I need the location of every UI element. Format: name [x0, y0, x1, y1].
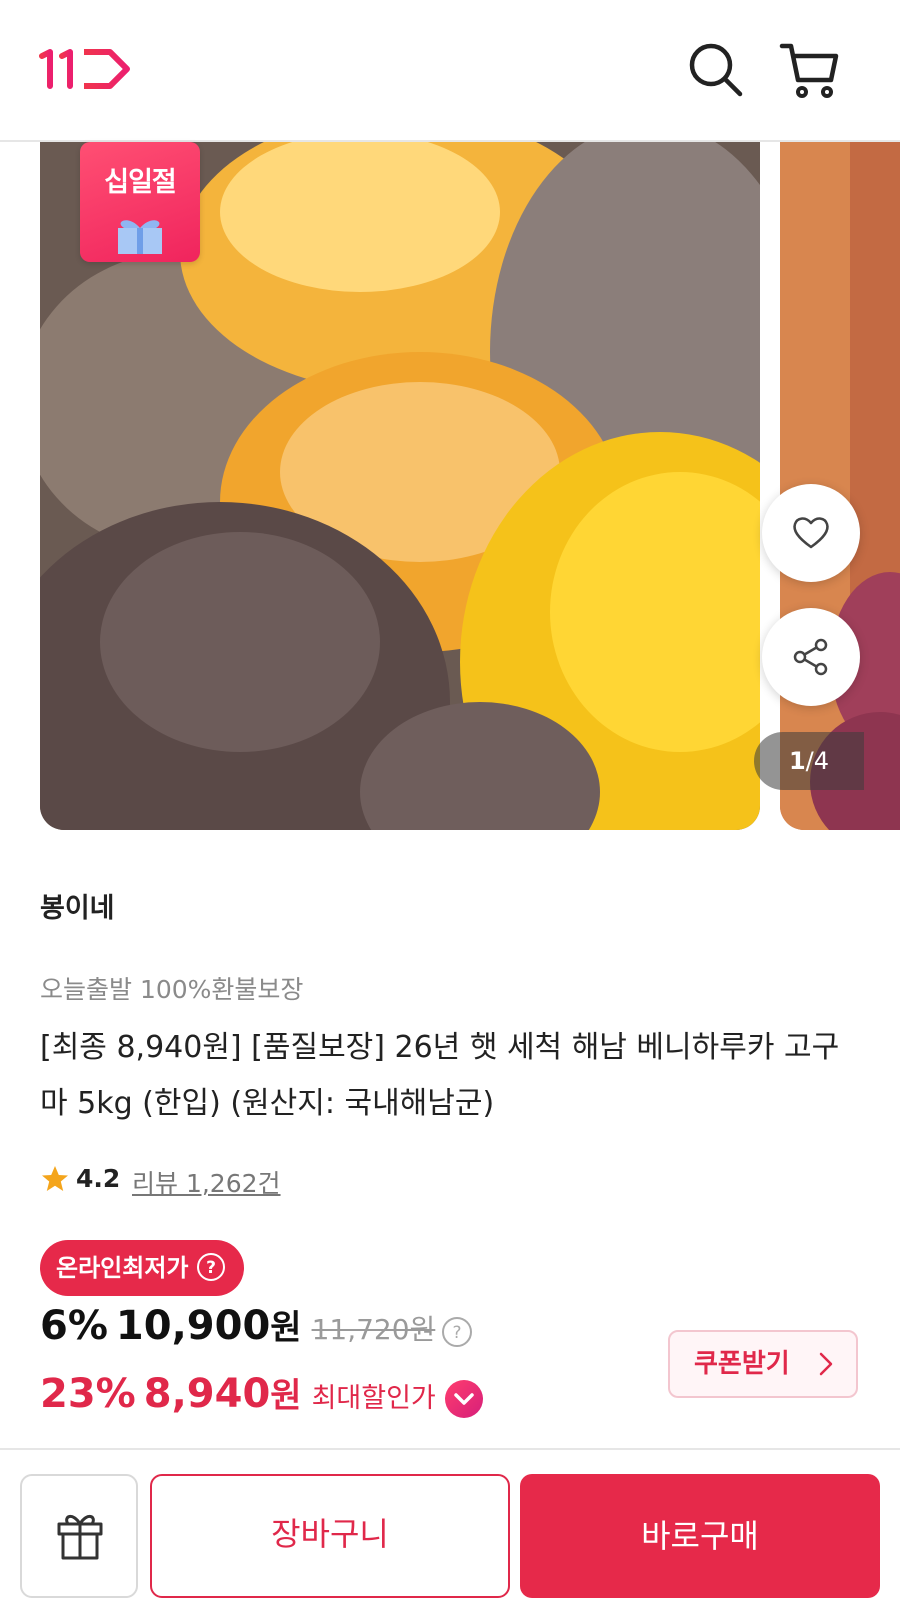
wishlist-button[interactable] [762, 484, 860, 582]
gift-button[interactable] [20, 1474, 138, 1598]
product-subtitle: 오늘출발 100%환불보장 [40, 975, 304, 1004]
star-icon [42, 1166, 68, 1191]
discount-rate: 6% [40, 1303, 108, 1349]
add-to-cart-button[interactable]: 장바구니 [150, 1474, 510, 1598]
bottom-action-bar: 장바구니 바로구매 [0, 1448, 900, 1598]
max-discount-label: 최대할인가 [311, 1383, 436, 1414]
cart-icon[interactable] [778, 38, 842, 102]
app-header [0, 0, 900, 142]
image-page-indicator: 1/4 [754, 732, 864, 790]
max-discount-rate: 23% [40, 1371, 136, 1417]
page-separator: / [805, 747, 814, 775]
product-title: [최종 8,940원] [품질보장] 26년 햇 세척 해남 베니하루카 고구마… [40, 1030, 840, 1121]
total-pages: 4 [813, 747, 830, 775]
event-badge-label: 십일절 [104, 167, 177, 198]
11st-logo[interactable] [38, 48, 133, 90]
lowest-price-badge[interactable]: 온라인최저가? [40, 1240, 245, 1296]
share-button[interactable] [762, 608, 860, 706]
max-discount-row[interactable]: 23% 8,940원 최대할인가 [40, 1368, 484, 1424]
sale-price-row: 6% 10,900원 11,720원? [40, 1300, 473, 1356]
gift-icon [57, 1515, 103, 1560]
rating-score: 4.2 [76, 1164, 121, 1193]
heart-icon [793, 517, 829, 549]
coupon-button[interactable]: 쿠폰받기 [668, 1330, 858, 1398]
review-count-link[interactable]: 리뷰 1,262건 [132, 1164, 281, 1200]
sale-price: 10,900 [115, 1303, 271, 1349]
current-page: 1 [788, 747, 806, 775]
event-badge: 십일절 [80, 142, 200, 262]
share-icon [793, 638, 828, 676]
question-icon: ? [197, 1253, 226, 1281]
search-icon[interactable] [684, 38, 748, 102]
chevron-right-icon [819, 1352, 833, 1376]
chevron-down-icon[interactable] [444, 1379, 484, 1419]
original-price: 11,720원 [311, 1313, 436, 1346]
seller-name[interactable]: 봉이네 [40, 886, 115, 925]
coupon-label: 쿠폰받기 [694, 1349, 790, 1379]
lowest-price-label: 온라인최저가 [56, 1254, 189, 1282]
max-discount-price-unit: 원 [270, 1376, 302, 1416]
max-discount-price: 8,940 [143, 1371, 271, 1417]
svg-text:?: ? [207, 1258, 217, 1278]
ribbon-gift-icon [118, 220, 162, 254]
sale-price-unit: 원 [270, 1308, 302, 1348]
svg-text:?: ? [453, 1323, 462, 1343]
price-info-icon[interactable]: ? [441, 1316, 473, 1348]
buy-now-button[interactable]: 바로구매 [520, 1474, 880, 1598]
